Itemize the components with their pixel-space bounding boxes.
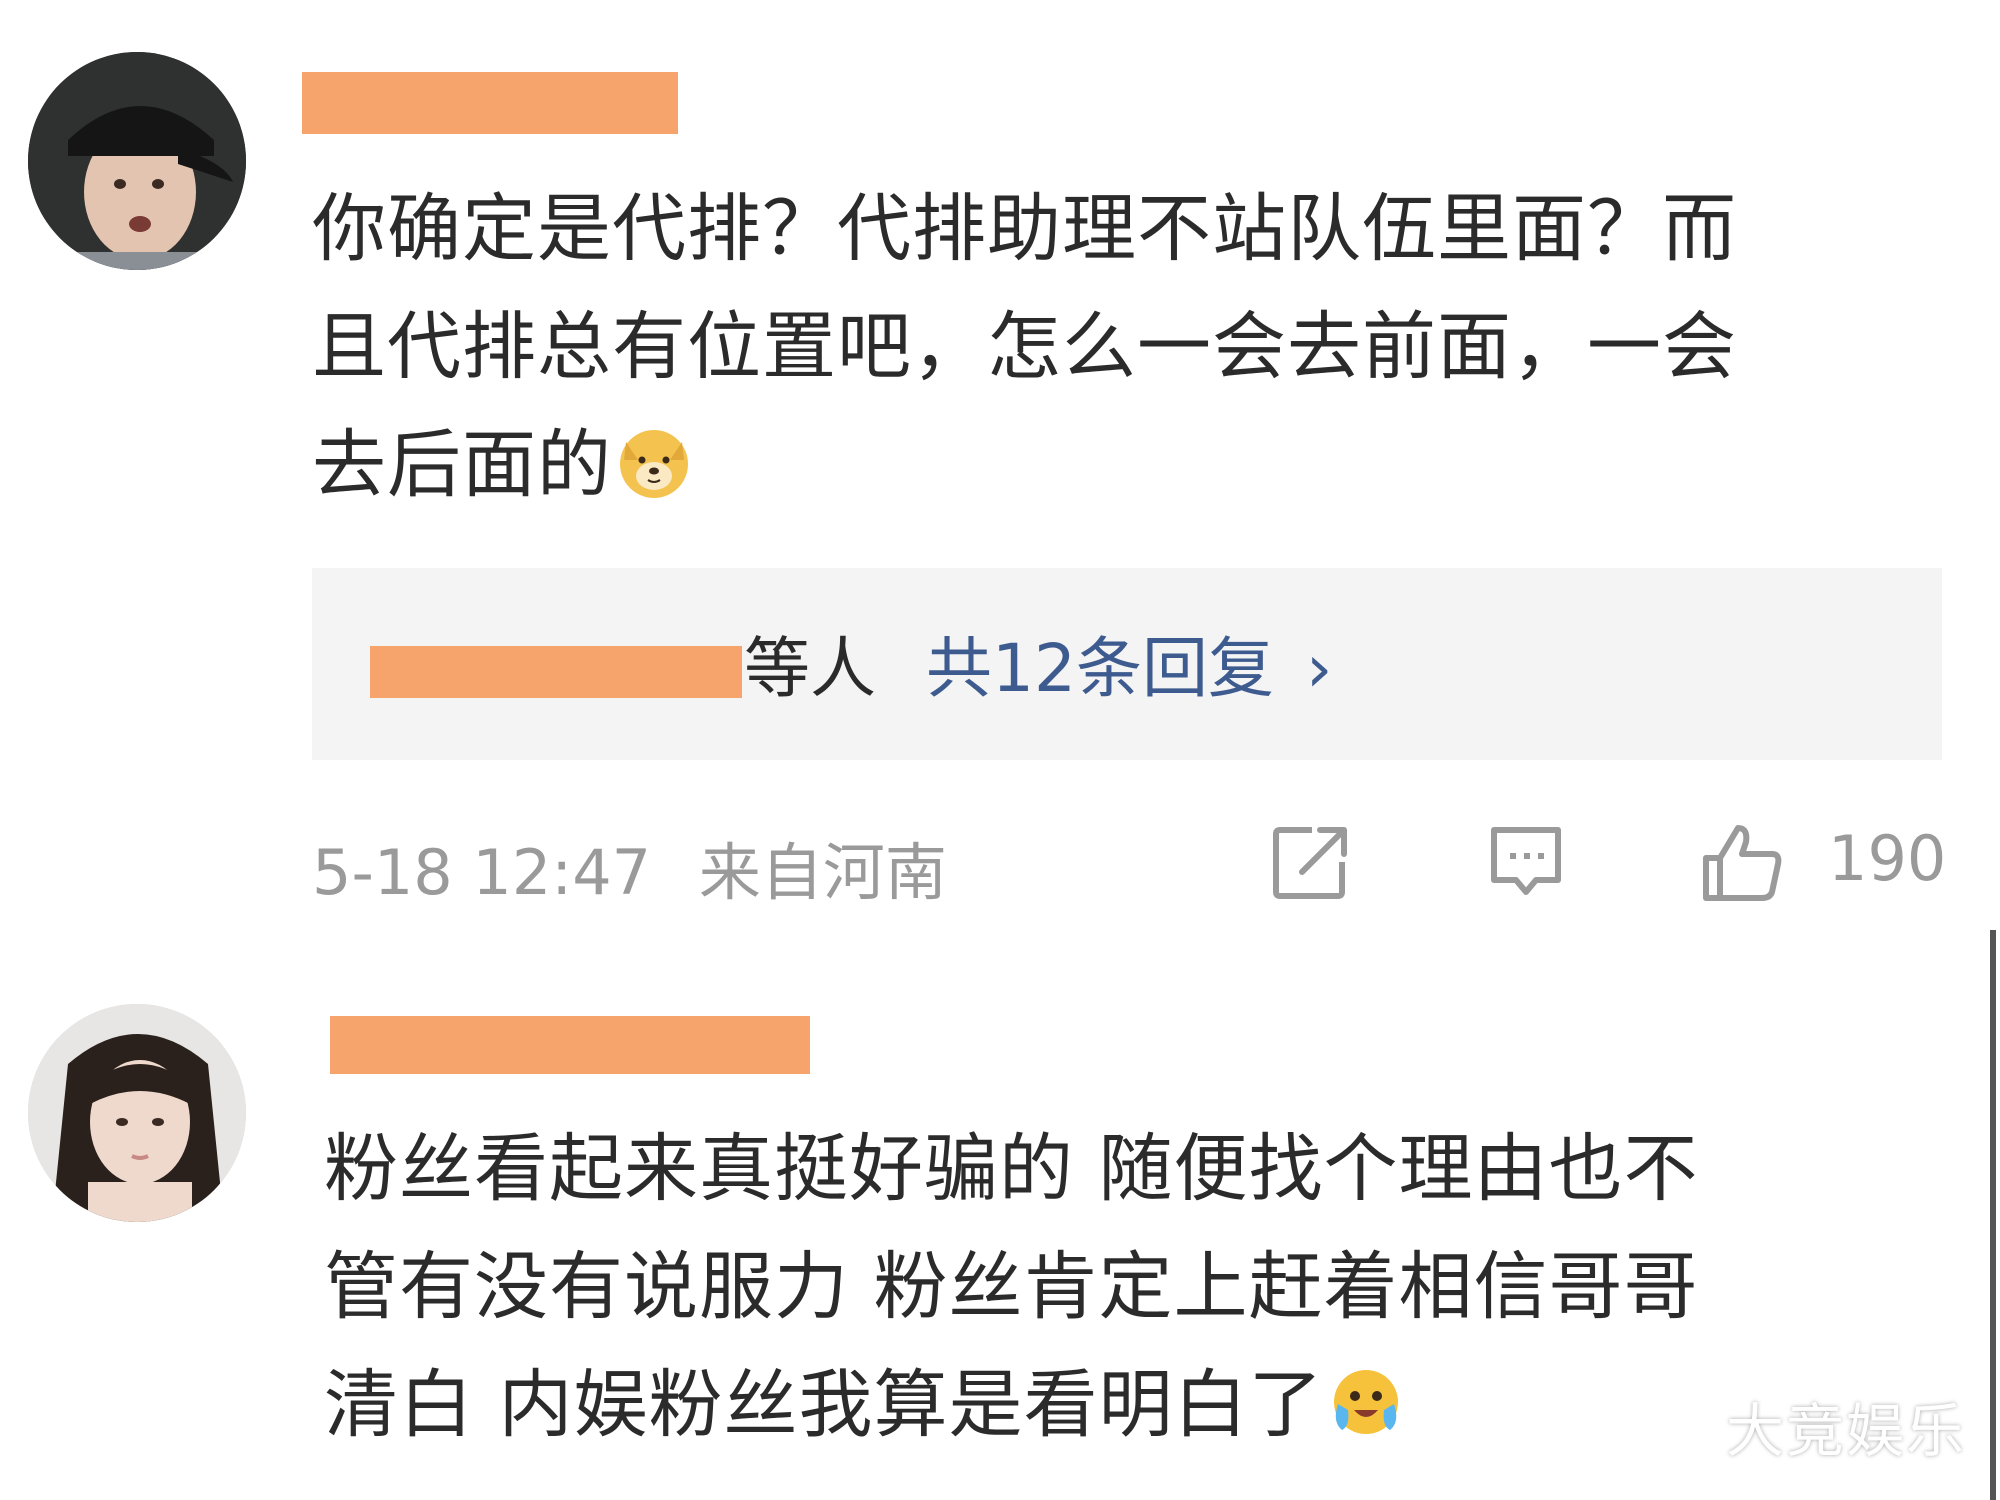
view-replies-link[interactable]: 共12条回复 ›	[926, 624, 1332, 714]
comment-line: 去后面的	[312, 422, 612, 508]
avatar[interactable]	[28, 52, 246, 270]
username-redacted[interactable]	[302, 72, 678, 134]
reply-suffix: 等人	[744, 630, 876, 707]
view-replies-label: 共12条回复	[926, 630, 1274, 707]
comment-icon[interactable]	[1484, 820, 1568, 904]
avatar-photo	[28, 1004, 246, 1222]
comment-line-with-emoji: 清白 内娱粉丝我算是看明白了	[324, 1346, 1699, 1464]
comment-line: 且代排总有位置吧，怎么一会去前面，一会	[312, 304, 1737, 390]
scrollbar[interactable]	[1990, 930, 1996, 1500]
replier-name-redacted	[370, 646, 742, 698]
timestamp: 5-18 12:47	[312, 836, 652, 909]
like-count: 190	[1828, 822, 1947, 895]
watermark: 大竞娱乐	[1725, 1397, 1966, 1465]
comment-meta: 5-18 12:47 来自河南	[312, 822, 975, 912]
comment-line: 你确定是代排？代排助理不站队伍里面？而	[312, 186, 1737, 272]
reply-summary[interactable]: 等人 共12条回复 ›	[312, 568, 1942, 760]
comment-text: 你确定是代排？代排助理不站队伍里面？而 且代排总有位置吧，怎么一会去前面，一会 …	[312, 170, 1737, 524]
username-redacted[interactable]	[330, 1016, 810, 1074]
comment-line: 清白 内娱粉丝我算是看明白了	[324, 1362, 1324, 1448]
avatar[interactable]	[28, 1004, 246, 1222]
share-icon[interactable]	[1268, 820, 1352, 904]
comment-line: 管有没有说服力 粉丝肯定上赶着相信哥哥	[324, 1244, 1699, 1330]
doge-emoji	[620, 430, 688, 498]
comment-line-with-emoji: 去后面的	[312, 406, 1737, 524]
crying-laughing-emoji	[1333, 1370, 1398, 1434]
avatar-photo	[28, 52, 246, 270]
comment-line: 粉丝看起来真挺好骗的 随便找个理由也不	[324, 1126, 1699, 1212]
thumbs-up-icon[interactable]	[1700, 820, 1784, 904]
location: 来自河南	[698, 836, 947, 909]
chevron-right-icon: ›	[1305, 630, 1333, 707]
comment-text: 粉丝看起来真挺好骗的 随便找个理由也不 管有没有说服力 粉丝肯定上赶着相信哥哥 …	[324, 1110, 1699, 1464]
